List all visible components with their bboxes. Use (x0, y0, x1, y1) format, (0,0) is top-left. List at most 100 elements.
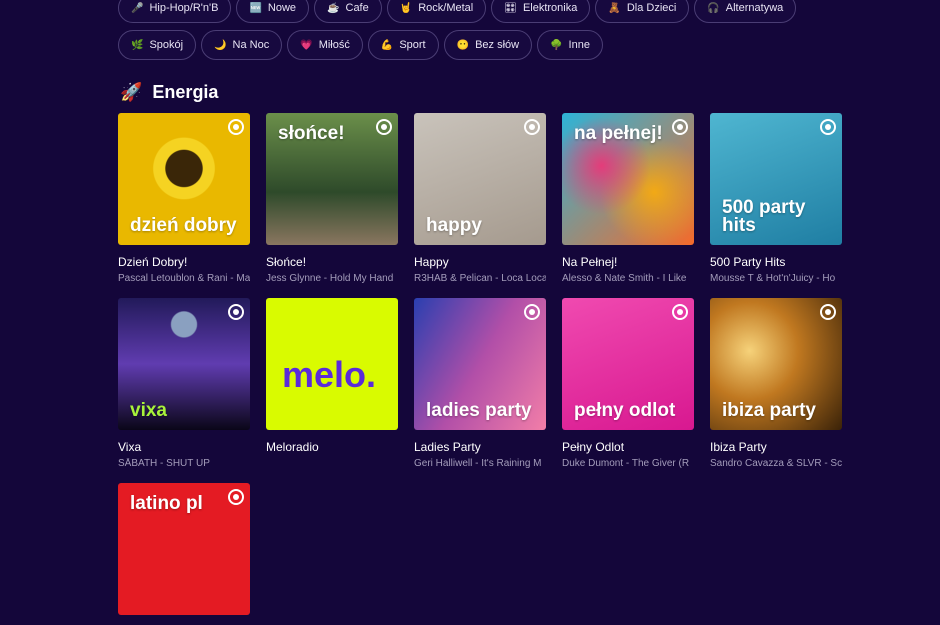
genre-chip[interactable]: 💪 Sport (367, 30, 439, 60)
artwork-label: 500 party hits (722, 197, 806, 236)
genre-label: Dla Dzieci (626, 2, 677, 14)
genre-chip[interactable]: 🎧 Alternatywa (694, 0, 797, 23)
genre-chip[interactable]: 🌙 Na Noc (201, 30, 283, 60)
now-playing: SÅBATH - SHUT UP (118, 458, 210, 469)
genre-label: Bez słów (475, 39, 520, 51)
station-card[interactable]: ibiza party Ibiza Party Sandro Cavazza &… (710, 298, 842, 469)
genre-chip[interactable]: 🆕 Nowe (236, 0, 310, 23)
station-card[interactable]: 500 party hits 500 Party Hits Mousse T &… (710, 113, 842, 284)
station-card[interactable]: happy Happy R3HAB & Pelican - Loca Loca (414, 113, 546, 284)
station-card[interactable]: vixa Vixa SÅBATH - SHUT UP (118, 298, 250, 469)
genre-chip[interactable]: 🎤 Hip-Hop/R'n'B (118, 0, 232, 23)
station-artwork[interactable]: słońce! (266, 113, 398, 245)
genre-chip[interactable]: 🎛 Elektronika (491, 0, 591, 23)
now-playing: Sandro Cavazza & SLVR - Sc (710, 458, 842, 469)
artwork-label: latino pl (130, 493, 203, 514)
genre-label: Cafe (345, 2, 369, 14)
section-header: 🚀 Energia (120, 82, 218, 103)
genre-chip[interactable]: 💗 Miłość (287, 30, 363, 60)
radio-icon[interactable] (228, 119, 244, 135)
artwork-label: na pełnej! (574, 123, 663, 144)
genre-icon: 🎛 (504, 2, 517, 14)
station-card[interactable]: melo. Meloradio (266, 298, 398, 458)
station-artwork[interactable]: melo. (266, 298, 398, 430)
station-artwork[interactable]: latino pl (118, 483, 250, 615)
station-title[interactable]: Ladies Party (414, 440, 546, 454)
artwork-label: happy (426, 215, 482, 236)
now-playing: Jess Glynne - Hold My Hand (266, 273, 394, 284)
station-title[interactable]: Na Pełnej! (562, 255, 694, 269)
station-title[interactable]: Ibiza Party (710, 440, 842, 454)
genre-icon: 😶 (456, 39, 470, 51)
genre-label: Elektronika (522, 2, 578, 14)
genre-icon: 💗 (300, 39, 313, 51)
now-playing: Mousse T & Hot'n'Juicy - Ho (710, 273, 836, 284)
station-title[interactable]: 500 Party Hits (710, 255, 842, 269)
radio-icon[interactable] (228, 304, 244, 320)
genre-label: Spokój (149, 39, 184, 51)
genre-chip[interactable]: 🧸 Dla Dzieci (595, 0, 690, 23)
genre-icon: 🌙 (214, 39, 227, 51)
genre-icon: ☕ (327, 2, 340, 14)
genre-chip[interactable]: 🌳 Inne (537, 30, 603, 60)
artwork-label: dzień dobry (130, 215, 237, 236)
artwork-label: pełny odlot (574, 400, 676, 421)
genre-chip[interactable]: ☕ Cafe (314, 0, 382, 23)
genre-label: Rock/Metal (418, 2, 474, 14)
genre-chip[interactable]: 🌿 Spokój (118, 30, 197, 60)
radio-icon[interactable] (820, 119, 836, 135)
station-artwork[interactable]: 500 party hits (710, 113, 842, 245)
station-card[interactable]: latino pl (118, 483, 250, 625)
genre-icon: 💪 (380, 39, 394, 51)
radio-icon[interactable] (524, 304, 540, 320)
radio-icon[interactable] (524, 119, 540, 135)
genre-chips-row-1: 🎤 Hip-Hop/R'n'B 🆕 Nowe ☕ Cafe 🤘 Rock/Metal 🎛 Elek… (118, 0, 797, 23)
station-artwork[interactable]: happy (414, 113, 546, 245)
genre-chips-row-2: 🌿 Spokój 🌙 Na Noc 💗 Miłość 💪 Sport 😶 Bez słów 🌳 Inn… (118, 30, 603, 60)
now-playing: Pascal Letoublon & Rani - Ma (118, 273, 250, 284)
genre-chip[interactable]: 🤘 Rock/Metal (386, 0, 487, 23)
station-artwork[interactable]: na pełnej! (562, 113, 694, 245)
artwork-label: ibiza party (722, 400, 816, 421)
radio-icon[interactable] (376, 119, 392, 135)
station-card[interactable]: na pełnej! Na Pełnej! Alesso & Nate Smit… (562, 113, 694, 284)
radio-icon[interactable] (672, 119, 688, 135)
station-artwork[interactable]: vixa (118, 298, 250, 430)
now-playing: Geri Halliwell - It's Raining M (414, 458, 542, 469)
genre-icon: 🤘 (399, 2, 413, 14)
station-card[interactable]: pełny odlot Pełny Odlot Duke Dumont - Th… (562, 298, 694, 469)
station-artwork[interactable]: dzień dobry (118, 113, 250, 245)
radio-icon[interactable] (228, 489, 244, 505)
station-card[interactable]: słońce! Słońce! Jess Glynne - Hold My Ha… (266, 113, 398, 284)
station-title[interactable]: Vixa (118, 440, 250, 454)
station-title[interactable]: Słońce! (266, 255, 398, 269)
station-artwork[interactable]: pełny odlot (562, 298, 694, 430)
genre-icon: 🌳 (550, 39, 563, 51)
section-title: Energia (152, 82, 219, 102)
genre-icon: 🆕 (249, 2, 262, 14)
station-card[interactable]: dzień dobry Dzień Dobry! Pascal Letoublo… (118, 113, 250, 284)
now-playing: R3HAB & Pelican - Loca Loca (414, 273, 546, 284)
genre-label: Sport (399, 39, 426, 51)
genre-icon: 🎧 (707, 2, 720, 14)
station-artwork[interactable]: ibiza party (710, 298, 842, 430)
genre-label: Hip-Hop/R'n'B (149, 2, 219, 14)
now-playing: Alesso & Nate Smith - I Like (562, 273, 687, 284)
radio-icon[interactable] (672, 304, 688, 320)
station-artwork[interactable]: ladies party (414, 298, 546, 430)
artwork-label: melo. (282, 354, 377, 395)
station-title[interactable]: Pełny Odlot (562, 440, 694, 454)
artwork-label: słońce! (278, 123, 345, 144)
now-playing: Duke Dumont - The Giver (R (562, 458, 690, 469)
station-title[interactable]: Happy (414, 255, 546, 269)
station-title[interactable]: Meloradio (266, 440, 398, 454)
station-card[interactable]: ladies party Ladies Party Geri Halliwell… (414, 298, 546, 469)
genre-label: Alternatywa (725, 2, 784, 14)
genre-icon: 🌿 (131, 39, 144, 51)
station-title[interactable]: Dzień Dobry! (118, 255, 250, 269)
genre-chip[interactable]: 😶 Bez słów (443, 30, 533, 60)
radio-icon[interactable] (820, 304, 836, 320)
rocket-icon: 🚀 (120, 82, 143, 102)
artwork-label: vixa (130, 400, 167, 421)
genre-icon: 🎤 (131, 2, 144, 14)
